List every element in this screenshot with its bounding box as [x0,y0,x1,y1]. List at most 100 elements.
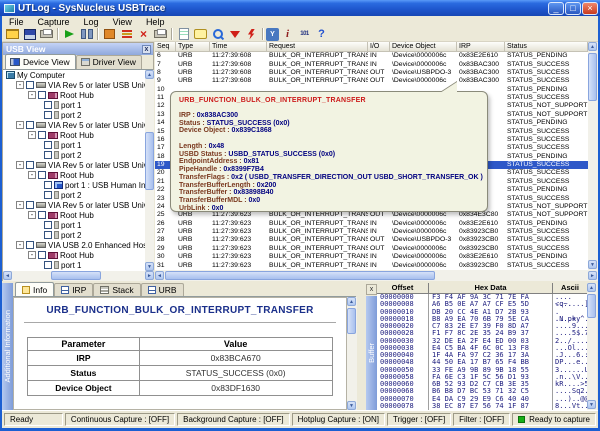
tree-checkbox[interactable] [44,111,52,119]
log-row[interactable]: 30URB11:27:39:623BULK_OR_INTERRUPT_TRANS… [155,253,588,261]
tree-item[interactable]: My Computer [3,70,145,80]
log-row[interactable]: 27URB11:27:39:623BULK_OR_INTERRUPT_TRANS… [155,228,588,236]
tree-item[interactable]: port 1 [3,220,145,230]
view-options-icon[interactable] [101,28,118,41]
tree-item[interactable]: -Root Hub [3,210,145,220]
raw-data-icon[interactable]: 101 [296,28,313,41]
tree-checkbox[interactable] [44,191,52,199]
maximize-button[interactable]: □ [565,2,581,15]
log-row[interactable]: 31URB11:27:39:623BULK_OR_INTERRUPT_TRANS… [155,261,588,269]
tab-device-view[interactable]: Device View [5,54,76,69]
tree-item[interactable]: port 1 : USB Human Interface D [3,180,145,190]
usb-view-close-button[interactable]: x [142,45,151,54]
log-format-icon[interactable] [118,28,135,41]
tab-irp[interactable]: IRP [54,283,93,296]
tree-expand-icon[interactable]: - [28,91,36,99]
column-header-type[interactable]: Type [176,42,210,51]
tree-expand-icon[interactable]: - [16,241,24,249]
log-row[interactable]: 28URB11:27:39:623BULK_OR_INTERRUPT_TRANS… [155,236,588,244]
tree-item[interactable]: -VIA Rev 5 or later USB Universal Host C [3,80,145,90]
scroll-down-icon[interactable]: ▼ [588,260,597,269]
tree-item[interactable]: -VIA Rev 5 or later USB Universal Host C [3,160,145,170]
log-vertical-scrollbar[interactable]: ▲ ▼ [588,42,598,270]
column-header-status[interactable]: Status [505,42,588,51]
tree-item[interactable]: -VIA Rev 5 or later USB Universal Host C [3,120,145,130]
menu-capture[interactable]: Capture [31,17,77,27]
buffer-close-button[interactable]: x [366,284,377,295]
scroll-right-icon[interactable]: ► [588,271,597,280]
tree-expand-icon[interactable]: - [28,131,36,139]
tab-urb[interactable]: URB [141,283,184,296]
filter-icon[interactable] [226,28,243,41]
menu-view[interactable]: View [106,17,139,27]
notes-icon[interactable] [175,28,192,41]
start-capture-icon[interactable] [61,28,78,41]
log-row[interactable]: 7URB11:27:39:608BULK_OR_INTERRUPT_TRANSF… [155,60,588,68]
scroll-up-icon[interactable]: ▲ [587,283,596,292]
open-icon[interactable] [4,28,21,41]
column-header-seq[interactable]: Seq [155,42,176,51]
tree-horizontal-scrollbar[interactable]: ◄ ► [3,271,154,281]
tree-item[interactable]: -VIA USB 2.0 Enhanced Host Controller [3,240,145,250]
tree-checkbox[interactable] [44,101,52,109]
tree-item[interactable]: port 1 [3,100,145,110]
buffer-vertical-scrollbar[interactable]: ▲ ▼ [587,283,597,410]
tree-checkbox[interactable] [26,201,34,209]
tree-item[interactable]: port 2 [3,110,145,120]
tree-expand-icon[interactable]: - [16,161,24,169]
tree-item[interactable]: -Root Hub [3,170,145,180]
scroll-up-icon[interactable]: ▲ [588,42,597,51]
scroll-down-icon[interactable]: ▼ [145,262,154,271]
log-row[interactable]: 6URB11:27:39:608BULK_OR_INTERRUPT_TRANSF… [155,52,588,60]
tree-checkbox[interactable] [38,251,46,259]
save-icon[interactable] [21,28,38,41]
log-row[interactable]: 26URB11:27:39:623BULK_OR_INTERRUPT_TRANS… [155,220,588,228]
find-icon[interactable] [209,28,226,41]
menu-help[interactable]: Help [139,17,172,27]
scroll-left-icon[interactable]: ◄ [155,271,164,280]
hex-row[interactable]: 0000007838 EC 87 E7 56 74 1F 878...Vt.. [377,403,587,410]
menu-file[interactable]: File [2,17,31,27]
scroll-thumb[interactable] [165,271,435,280]
tree-item[interactable]: -VIA Rev 5 or later USB Universal Host C [3,200,145,210]
tree-expand-icon[interactable]: - [28,171,36,179]
tree-checkbox[interactable] [26,241,34,249]
scroll-thumb[interactable] [51,271,101,280]
tree-item[interactable]: port 1 [3,140,145,150]
column-header-time[interactable]: Time [210,42,267,51]
usb-devices-icon[interactable]: Y [266,28,279,41]
column-header-irp[interactable]: IRP [457,42,505,51]
tree-expand-icon[interactable]: - [16,201,24,209]
scroll-thumb[interactable] [588,53,597,101]
help-icon[interactable]: ? [313,28,330,41]
tree-checkbox[interactable] [38,171,46,179]
tree-expand-icon[interactable]: - [28,211,36,219]
tree-checkbox[interactable] [26,161,34,169]
tree-checkbox[interactable] [38,211,46,219]
detail-vertical-scrollbar[interactable]: ▲ ▼ [347,297,357,410]
tree-item[interactable]: port 2 [3,150,145,160]
clear-icon[interactable]: × [135,28,152,41]
tree-checkbox[interactable] [44,141,52,149]
log-row[interactable]: 29URB11:27:39:623BULK_OR_INTERRUPT_TRANS… [155,245,588,253]
tree-expand-icon[interactable]: - [16,121,24,129]
scroll-left-icon[interactable]: ◄ [3,271,12,280]
tree-item[interactable]: port 2 [3,190,145,200]
column-header-io[interactable]: I/O [368,42,390,51]
tree-checkbox[interactable] [44,261,52,269]
info-icon[interactable]: i [279,28,296,41]
tooltip-toggle-icon[interactable] [192,28,209,41]
column-header-deviceobject[interactable]: Device Object [390,42,457,51]
tab-driver-view[interactable]: Driver View [76,55,142,69]
scroll-thumb[interactable] [145,132,154,190]
log-horizontal-scrollbar[interactable]: ◄ ► [155,270,598,281]
tree-checkbox[interactable] [44,181,52,189]
scroll-thumb[interactable] [587,294,596,318]
tree-item[interactable]: -Root Hub [3,90,145,100]
scroll-down-icon[interactable]: ▼ [347,401,356,410]
scroll-down-icon[interactable]: ▼ [587,400,596,409]
pause-capture-icon[interactable] [78,28,95,41]
tab-stack[interactable]: Stack [93,283,140,296]
tree-checkbox[interactable] [26,121,34,129]
scroll-thumb[interactable] [347,308,356,334]
